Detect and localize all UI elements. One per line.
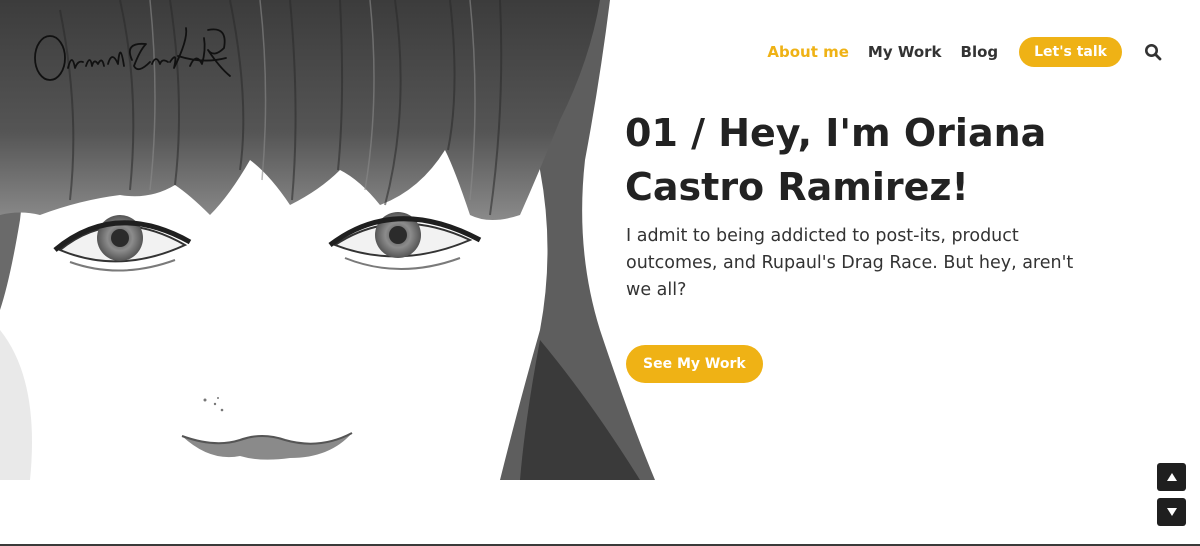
nav-blog[interactable]: Blog [961,43,999,61]
hero-intro-text: I admit to being addicted to post-its, p… [626,226,1074,300]
triangle-down-icon [1166,508,1177,516]
nav-about-me[interactable]: About me [767,43,849,61]
signature-logo-graphic [34,27,231,81]
see-my-work-button[interactable]: See My Work [626,345,763,383]
lets-talk-button[interactable]: Let's talk [1019,37,1122,67]
signature-logo[interactable] [28,20,234,86]
main-nav: About me My Work Blog Let's talk [767,37,1162,67]
scroll-down-button[interactable] [1157,498,1186,526]
nav-my-work[interactable]: My Work [868,43,942,61]
triangle-up-icon [1166,473,1177,481]
search-icon[interactable] [1144,43,1162,61]
hero-title: 01 / Hey, I'm Oriana Castro Ramirez! [625,111,1047,209]
scroll-up-button[interactable] [1157,463,1186,491]
